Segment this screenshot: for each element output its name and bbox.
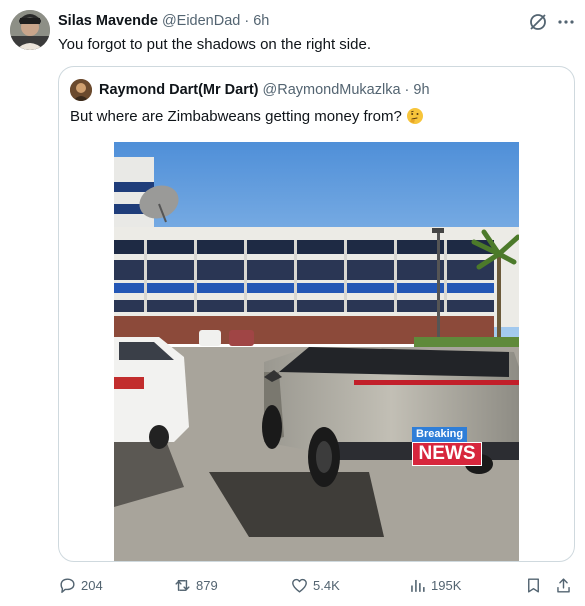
breaking-news-badge: Breaking NEWS: [412, 424, 484, 466]
repost-button[interactable]: 879: [173, 572, 218, 598]
like-button[interactable]: 5.4K: [290, 572, 340, 598]
views-button[interactable]: 195K: [408, 572, 461, 598]
quoted-tweet-text: But where are Zimbabweans getting money …: [70, 107, 402, 125]
tweet-timestamp[interactable]: 6h: [253, 13, 269, 29]
separator-dot: ·: [244, 13, 250, 29]
reply-icon: [60, 577, 75, 593]
quoted-tweet[interactable]: Raymond Dart(Mr Dart) @RaymondMukazlka ·…: [58, 66, 575, 562]
like-count: 5.4K: [313, 577, 340, 593]
tweet-header: Silas Mavende @EidenDad · 6h: [58, 12, 269, 30]
more-options-icon[interactable]: [556, 12, 576, 32]
bookmark-button[interactable]: [524, 572, 547, 598]
quoted-author-name[interactable]: Raymond Dart(Mr Dart): [99, 82, 259, 98]
grok-icon[interactable]: [527, 11, 549, 33]
thinking-face-icon: [406, 107, 424, 125]
bookmark-icon: [528, 577, 539, 593]
quoted-author-handle[interactable]: @RaymondMukazlka: [263, 82, 401, 98]
author-avatar[interactable]: [10, 10, 50, 50]
repost-count: 879: [196, 577, 218, 593]
tweet-text: You forgot to put the shadows on the rig…: [58, 36, 371, 53]
news-label: NEWS: [412, 442, 482, 466]
views-icon: [411, 579, 425, 592]
share-icon: [557, 577, 570, 593]
action-bar: 204 879 5.4K 195K: [0, 572, 585, 598]
separator-dot: ·: [404, 82, 410, 98]
tweet-photo[interactable]: Breaking NEWS: [114, 142, 519, 561]
quoted-tweet-header: Raymond Dart(Mr Dart) @RaymondMukazlka ·…: [99, 80, 430, 100]
view-count: 195K: [431, 577, 462, 593]
reply-button[interactable]: 204: [58, 572, 103, 598]
author-name[interactable]: Silas Mavende: [58, 13, 158, 29]
repost-icon: [175, 579, 190, 591]
reply-count: 204: [81, 577, 103, 593]
tweet[interactable]: Silas Mavende @EidenDad · 6h You forgot …: [0, 0, 585, 606]
share-button[interactable]: [554, 572, 577, 598]
breaking-label: Breaking: [412, 427, 468, 442]
quoted-tweet-text-row: But where are Zimbabweans getting money …: [70, 107, 424, 125]
heart-icon: [292, 578, 307, 593]
quoted-author-avatar[interactable]: [70, 79, 92, 101]
quoted-tweet-timestamp[interactable]: 9h: [413, 82, 429, 98]
author-handle[interactable]: @EidenDad: [162, 13, 240, 29]
